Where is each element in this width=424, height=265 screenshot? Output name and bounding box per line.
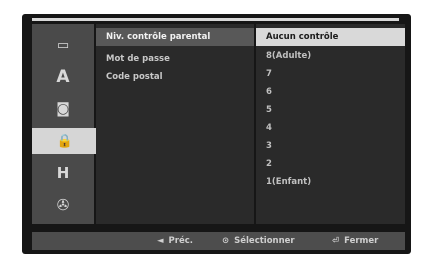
arrow-left-icon: ◄ xyxy=(157,236,164,246)
enter-button-icon: ⊙ xyxy=(222,236,230,246)
select-hint[interactable]: ⊙ Sélectionner xyxy=(222,232,295,250)
prev-hint[interactable]: ◄ Préc. xyxy=(157,232,193,250)
category-recording[interactable]: H xyxy=(32,160,94,186)
category-audio[interactable]: ◙ xyxy=(32,96,94,122)
option-level-5[interactable]: 5 xyxy=(256,102,405,118)
setup-menu-screen: ▭ A ◙ 🔒 H ✇ Niv. contrôle parental Mot d… xyxy=(22,14,411,254)
option-level-8[interactable]: 8(Adulte) xyxy=(256,48,405,64)
option-level-4[interactable]: 4 xyxy=(256,120,405,136)
select-label: Sélectionner xyxy=(234,236,295,246)
category-disc[interactable]: ✇ xyxy=(32,192,94,218)
return-icon: ⏎ xyxy=(332,236,340,246)
audio-icon: ◙ xyxy=(56,101,70,117)
options-panel: Aucun contrôle 8(Adulte) 7 6 5 4 3 2 1(E… xyxy=(256,24,405,224)
option-level-7[interactable]: 7 xyxy=(256,66,405,82)
language-icon: A xyxy=(56,67,70,87)
disc-settings-icon: ▭ xyxy=(56,37,70,53)
lock-icon: 🔒 xyxy=(56,133,74,149)
category-disc-settings[interactable]: ▭ xyxy=(32,32,94,58)
close-hint[interactable]: ⏎ Fermer xyxy=(332,232,378,250)
close-label: Fermer xyxy=(344,236,379,246)
disc-icon: ✇ xyxy=(56,196,70,214)
menu-item-parental-level[interactable]: Niv. contrôle parental xyxy=(96,28,254,46)
top-divider xyxy=(32,18,399,21)
category-language[interactable]: A xyxy=(32,64,94,90)
prev-label: Préc. xyxy=(168,236,194,246)
category-icon-column: ▭ A ◙ 🔒 H ✇ xyxy=(32,24,98,224)
option-level-6[interactable]: 6 xyxy=(256,84,405,100)
option-level-2[interactable]: 2 xyxy=(256,156,405,172)
submenu-panel: Niv. contrôle parental Mot de passe Code… xyxy=(96,24,254,224)
menu-item-postal-code[interactable]: Code postal xyxy=(96,68,254,86)
footer-hint-bar: ◄ Préc. ⊙ Sélectionner ⏎ Fermer xyxy=(32,232,405,250)
menu-item-password[interactable]: Mot de passe xyxy=(96,50,254,68)
recording-icon: H xyxy=(56,164,70,182)
option-no-control[interactable]: Aucun contrôle xyxy=(256,28,405,46)
category-lock[interactable]: 🔒 xyxy=(32,128,98,154)
option-level-1[interactable]: 1(Enfant) xyxy=(256,174,405,190)
option-level-3[interactable]: 3 xyxy=(256,138,405,154)
